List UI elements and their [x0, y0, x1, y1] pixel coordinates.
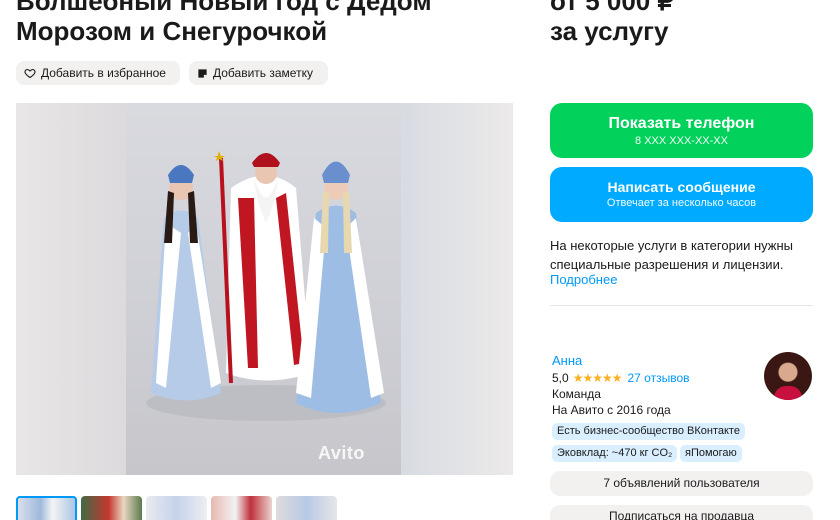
- note-icon: [197, 68, 208, 79]
- write-message-button[interactable]: Написать сообщение Отвечает за несколько…: [550, 167, 813, 222]
- tag-eco-contribution[interactable]: Эковклад: ~470 кг CO₂: [552, 445, 678, 462]
- price-value: от 5 000 ₽: [550, 0, 675, 16]
- divider: [550, 305, 813, 306]
- add-note-button[interactable]: Добавить заметку: [189, 61, 328, 85]
- main-photo[interactable]: [126, 103, 401, 475]
- listing-price: от 5 000 ₽ за услугу: [550, 0, 674, 46]
- seller-rating: 5,0 ★★★★★ 27 отзывов: [552, 371, 690, 385]
- thumbnail-5[interactable]: [276, 496, 337, 520]
- seller-avatar[interactable]: [764, 352, 812, 400]
- gallery-blur-right: [401, 103, 513, 475]
- reviews-link[interactable]: 27 отзывов: [627, 371, 689, 385]
- seller-ads-button[interactable]: 7 объявлений пользователя: [550, 471, 813, 496]
- seller-name-link[interactable]: Анна: [552, 353, 582, 368]
- tag-ya-pomogayu[interactable]: яПомогаю: [680, 445, 742, 462]
- avito-watermark: Avito: [318, 443, 365, 463]
- thumbnail-strip: [16, 496, 337, 520]
- write-message-label: Написать сообщение: [607, 179, 756, 195]
- heart-icon: [24, 67, 36, 79]
- phone-masked: 8 XXX XXX-XX-XX: [635, 135, 728, 147]
- listing-title-line1: Волшебный Новый год с Дедом: [16, 0, 432, 16]
- listing-title-line2: Морозом и Снегурочкой: [16, 16, 328, 46]
- seller-type: Команда: [552, 387, 601, 401]
- thumbnail-3[interactable]: [146, 496, 207, 520]
- gallery-blur-left: [16, 103, 126, 475]
- thumbnail-1[interactable]: [16, 496, 77, 520]
- avatar-shirt: [774, 386, 802, 400]
- favorite-label: Добавить в избранное: [41, 66, 166, 80]
- seller-since: На Авито с 2016 года: [552, 403, 671, 417]
- thumbnail-4[interactable]: [211, 496, 272, 520]
- listing-title: Волшебный Новый год с Дедом Морозом и Сн…: [16, 0, 432, 46]
- show-phone-label: Показать телефон: [608, 115, 755, 132]
- price-unit: за услугу: [550, 16, 669, 46]
- subscribe-seller-button[interactable]: Подписаться на продавца: [550, 505, 813, 520]
- add-to-favorites-button[interactable]: Добавить в избранное: [16, 61, 180, 85]
- thumbnail-2[interactable]: [81, 496, 142, 520]
- more-info-link[interactable]: Подробнее: [550, 272, 617, 287]
- reply-time: Отвечает за несколько часов: [606, 197, 757, 209]
- rating-value: 5,0: [552, 371, 569, 385]
- note-label: Добавить заметку: [213, 66, 313, 80]
- show-phone-button[interactable]: Показать телефон 8 XXX XXX-XX-XX: [550, 103, 813, 158]
- tag-vk-community[interactable]: Есть бизнес-сообщество ВКонтакте: [552, 423, 745, 440]
- photo-gallery[interactable]: [16, 103, 513, 475]
- license-notice: На некоторые услуги в категории нужны сп…: [550, 238, 793, 272]
- star-icon: ★★★★★: [572, 371, 623, 385]
